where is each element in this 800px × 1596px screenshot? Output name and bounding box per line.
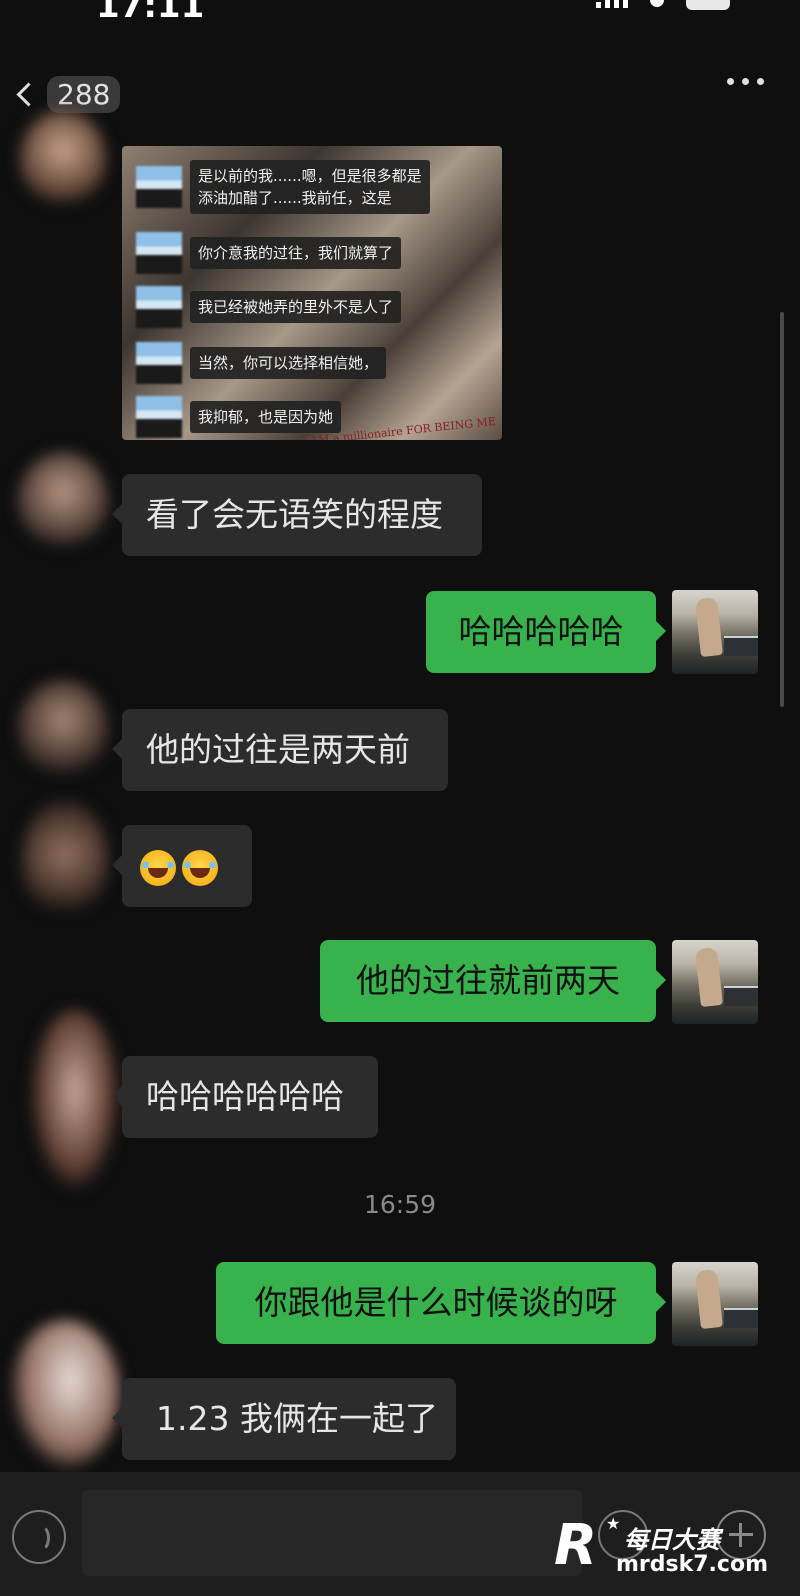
message-text: 哈哈哈哈哈哈 (146, 1077, 344, 1116)
status-icons (596, 0, 730, 10)
contact-avatar[interactable] (18, 680, 108, 780)
message-bubble-outgoing[interactable]: 他的过往就前两天 (320, 940, 666, 1022)
signal-icon (596, 0, 628, 8)
unread-count-badge: 288 (47, 76, 121, 113)
message-bubble-outgoing[interactable]: 哈哈哈哈哈 (426, 591, 666, 673)
status-time: 17:11 (96, 0, 205, 26)
image-chat-line: 是以前的我......嗯，但是很多都是 添油加醋了......我前任，这是 (190, 160, 430, 214)
back-button[interactable]: 288 (16, 76, 121, 113)
scrollbar[interactable] (780, 312, 784, 707)
pixelated-avatar (136, 166, 182, 208)
message-bubble-incoming[interactable]: 1.23 我俩在一起了 (112, 1378, 456, 1460)
message-bubble-incoming[interactable]: 他的过往是两天前 (112, 709, 448, 791)
message-text: 1.23 我俩在一起了 (156, 1399, 438, 1438)
star-icon: ★ (606, 1514, 621, 1533)
image-chat-line: 当然，你可以选择相信她， (190, 347, 387, 379)
message-text: 哈哈哈哈哈 (458, 612, 624, 651)
more-dot-icon (757, 78, 764, 85)
contact-avatar[interactable] (30, 1010, 120, 1190)
face-with-tears-of-joy-icon (140, 849, 176, 886)
chat-nav-bar: 288 (0, 60, 800, 120)
more-dot-icon (727, 78, 734, 85)
more-options-button[interactable] (727, 78, 764, 85)
user-avatar[interactable] (672, 940, 758, 1024)
message-text: 他的过往就前两天 (356, 961, 620, 1000)
image-chat-line: 你介意我的过往，我们就算了 (190, 237, 402, 269)
pixelated-avatar (136, 396, 182, 438)
more-dot-icon (742, 78, 749, 85)
message-bubble-incoming[interactable] (112, 825, 252, 907)
watermark-logo: R (554, 1513, 598, 1578)
site-watermark: R ★ 每日大赛 mrdsk7.com (544, 1508, 774, 1588)
message-bubble-outgoing[interactable]: 你跟他是什么时候谈的呀 (216, 1262, 666, 1344)
chat-timestamp: 16:59 (363, 1190, 437, 1219)
contact-avatar[interactable] (22, 800, 108, 920)
message-input-field[interactable] (82, 1490, 582, 1576)
image-chat-line: 我已经被她弄的里外不是人了 (190, 291, 402, 323)
pixelated-avatar (136, 286, 182, 328)
contact-avatar[interactable] (10, 1320, 120, 1470)
watermark-brand: 每日大赛 (624, 1526, 720, 1554)
contact-avatar[interactable] (18, 452, 108, 552)
contact-avatar[interactable] (20, 110, 106, 210)
face-with-tears-of-joy-icon (182, 849, 218, 886)
image-message[interactable]: 是以前的我......嗯，但是很多都是 添油加醋了......我前任，这是 你介… (122, 146, 502, 440)
message-text: 看了会无语笑的程度 (146, 495, 443, 534)
message-text: 他的过往是两天前 (146, 730, 410, 769)
message-bubble-incoming[interactable]: 哈哈哈哈哈哈 (112, 1056, 378, 1138)
battery-icon (686, 0, 730, 10)
voice-input-button[interactable] (12, 1510, 66, 1564)
user-avatar[interactable] (672, 1262, 758, 1346)
pixelated-avatar (136, 232, 182, 274)
image-chat-line: 我抑郁，也是因为她 (190, 401, 342, 433)
chevron-left-icon (16, 82, 41, 107)
status-bar: 17:11 (0, 0, 800, 30)
wifi-icon (650, 0, 664, 7)
user-avatar[interactable] (672, 590, 758, 674)
message-text: 你跟他是什么时候谈的呀 (254, 1283, 618, 1322)
message-bubble-incoming[interactable]: 看了会无语笑的程度 (112, 474, 482, 556)
watermark-url: mrdsk7.com (616, 1552, 768, 1577)
pixelated-avatar (136, 342, 182, 384)
